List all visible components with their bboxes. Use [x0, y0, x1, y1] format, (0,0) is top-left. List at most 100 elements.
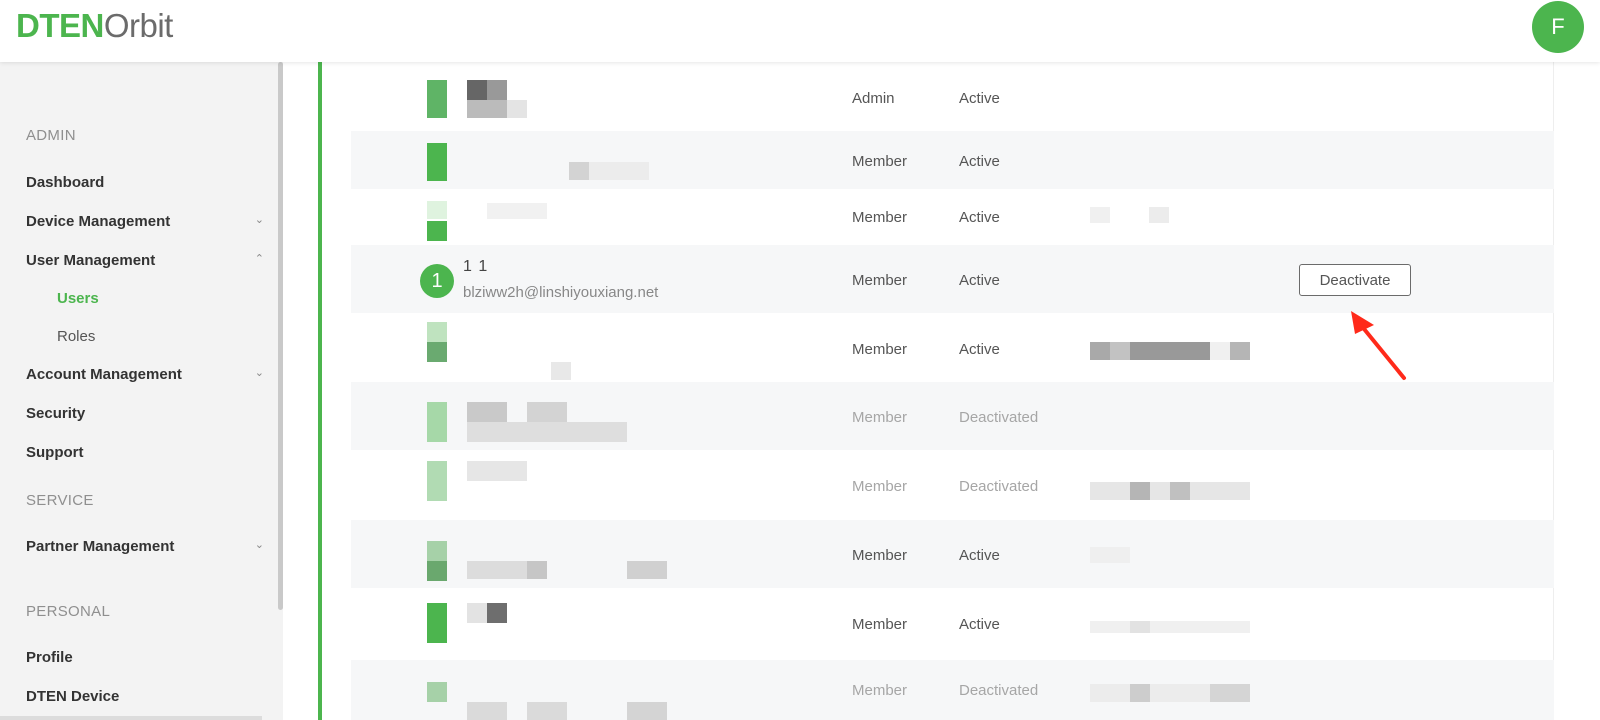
redacted-block	[1170, 482, 1190, 500]
row-role: Member	[852, 341, 908, 358]
redacted-block	[551, 362, 571, 380]
panel-accent-border	[318, 62, 322, 720]
row-status: Active	[959, 209, 1000, 226]
user-avatar-badge: 1	[420, 264, 454, 298]
sidebar-item-label: Device Management	[26, 213, 171, 230]
table-row[interactable]: Member Active	[351, 589, 1554, 657]
redacted-block	[1130, 482, 1150, 500]
sidebar-item-label: Roles	[57, 328, 96, 345]
dten-orbit-logo[interactable]: DTENOrbit	[16, 8, 173, 44]
avatar	[427, 541, 447, 561]
redacted-block	[1149, 207, 1169, 223]
avatar	[427, 201, 447, 219]
sidebar-item-roles[interactable]: Roles	[57, 328, 297, 345]
logo-dten: DTEN	[16, 7, 104, 44]
row-status: Active	[959, 90, 1000, 107]
redacted-block	[1230, 342, 1250, 360]
table-row[interactable]: Member Deactivated	[351, 451, 1554, 519]
row-role: Member	[852, 409, 908, 426]
sidebar-item-label: DTEN Device	[26, 688, 120, 705]
redacted-block	[627, 561, 667, 579]
avatar	[427, 322, 447, 342]
avatar	[427, 561, 447, 581]
redacted-block	[467, 603, 487, 623]
sidebar-item-label: Profile	[26, 649, 73, 666]
redacted-block	[1210, 684, 1250, 702]
top-bar: DTENOrbit F	[0, 0, 1600, 62]
row-status: Active	[959, 616, 1000, 633]
row-status: Deactivated	[959, 682, 1039, 699]
row-role: Member	[852, 272, 908, 289]
sidebar-item-label: User Management	[26, 252, 156, 269]
redacted-block	[467, 422, 627, 442]
section-header-service: SERVICE	[26, 492, 94, 509]
sidebar-item-profile[interactable]: Profile	[26, 649, 266, 666]
row-status: Active	[959, 341, 1000, 358]
avatar	[427, 603, 447, 643]
row-role: Admin	[852, 90, 895, 107]
avatar	[427, 402, 447, 442]
redacted-block	[1090, 342, 1110, 360]
avatar	[427, 221, 447, 241]
sidebar-item-security[interactable]: Security	[26, 405, 266, 422]
avatar	[427, 143, 447, 181]
row-role: Member	[852, 547, 908, 564]
table-row[interactable]: Admin Active	[351, 62, 1554, 130]
table-row[interactable]: Member Deactivated	[351, 660, 1554, 720]
table-row[interactable]: Member Deactivated	[351, 382, 1554, 450]
deactivate-button[interactable]: Deactivate	[1299, 264, 1411, 296]
row-status: Active	[959, 547, 1000, 564]
row-status: Deactivated	[959, 478, 1039, 495]
row-role: Member	[852, 616, 908, 633]
sidebar-item-user-management[interactable]: User Management ⌃	[26, 252, 266, 269]
sidebar-item-account-management[interactable]: Account Management ⌄	[26, 366, 266, 383]
sidebar-item-partner-management[interactable]: Partner Management ⌄	[26, 538, 266, 555]
redacted-block	[589, 162, 649, 180]
row-role: Member	[852, 209, 908, 226]
user-avatar[interactable]: F	[1532, 1, 1584, 53]
table-row[interactable]: Member Active	[351, 314, 1554, 382]
redacted-block	[467, 402, 507, 422]
sidebar	[0, 62, 283, 720]
sidebar-item-device-management[interactable]: Device Management ⌄	[26, 213, 266, 230]
user-name: 1 1	[463, 258, 489, 275]
sidebar-item-users[interactable]: Users	[57, 290, 297, 307]
table-row[interactable]: Member Active	[351, 520, 1554, 588]
table-row[interactable]: Member Active	[351, 189, 1554, 245]
avatar	[427, 80, 447, 118]
row-role: Member	[852, 478, 908, 495]
sidebar-item-label: Users	[57, 290, 99, 307]
redacted-block	[467, 100, 507, 118]
row-status: Active	[959, 153, 1000, 170]
avatar	[427, 342, 447, 362]
row-role: Member	[852, 153, 908, 170]
row-status: Active	[959, 272, 1000, 289]
redacted-block	[1090, 547, 1130, 563]
table-row[interactable]: Member Active	[351, 131, 1554, 189]
sidebar-item-dten-device[interactable]: DTEN Device	[26, 688, 266, 705]
redacted-block	[467, 461, 527, 481]
sidebar-item-label: Dashboard	[26, 174, 105, 191]
redacted-block	[507, 100, 527, 118]
sidebar-item-support[interactable]: Support	[26, 444, 266, 461]
redacted-block	[1130, 684, 1150, 702]
sidebar-item-label: Security	[26, 405, 86, 422]
redacted-block	[467, 702, 507, 720]
logo-orbit: Orbit	[103, 7, 174, 44]
sidebar-item-dashboard[interactable]: Dashboard	[26, 174, 266, 191]
redacted-block	[487, 203, 547, 219]
redacted-block	[569, 162, 589, 180]
redacted-block	[467, 80, 487, 100]
avatar	[427, 682, 447, 702]
sidebar-item-label: Partner Management	[26, 538, 175, 555]
user-email: blziww2h@linshiyouxiang.net	[463, 284, 659, 301]
redacted-block	[1090, 207, 1110, 223]
redacted-block	[1130, 621, 1150, 633]
sidebar-item-label: Account Management	[26, 366, 182, 383]
row-status: Deactivated	[959, 409, 1039, 426]
row-role: Member	[852, 682, 908, 699]
section-header-admin: ADMIN	[26, 127, 76, 144]
avatar	[427, 461, 447, 501]
redacted-block	[487, 80, 507, 100]
section-header-personal: PERSONAL	[26, 603, 111, 620]
